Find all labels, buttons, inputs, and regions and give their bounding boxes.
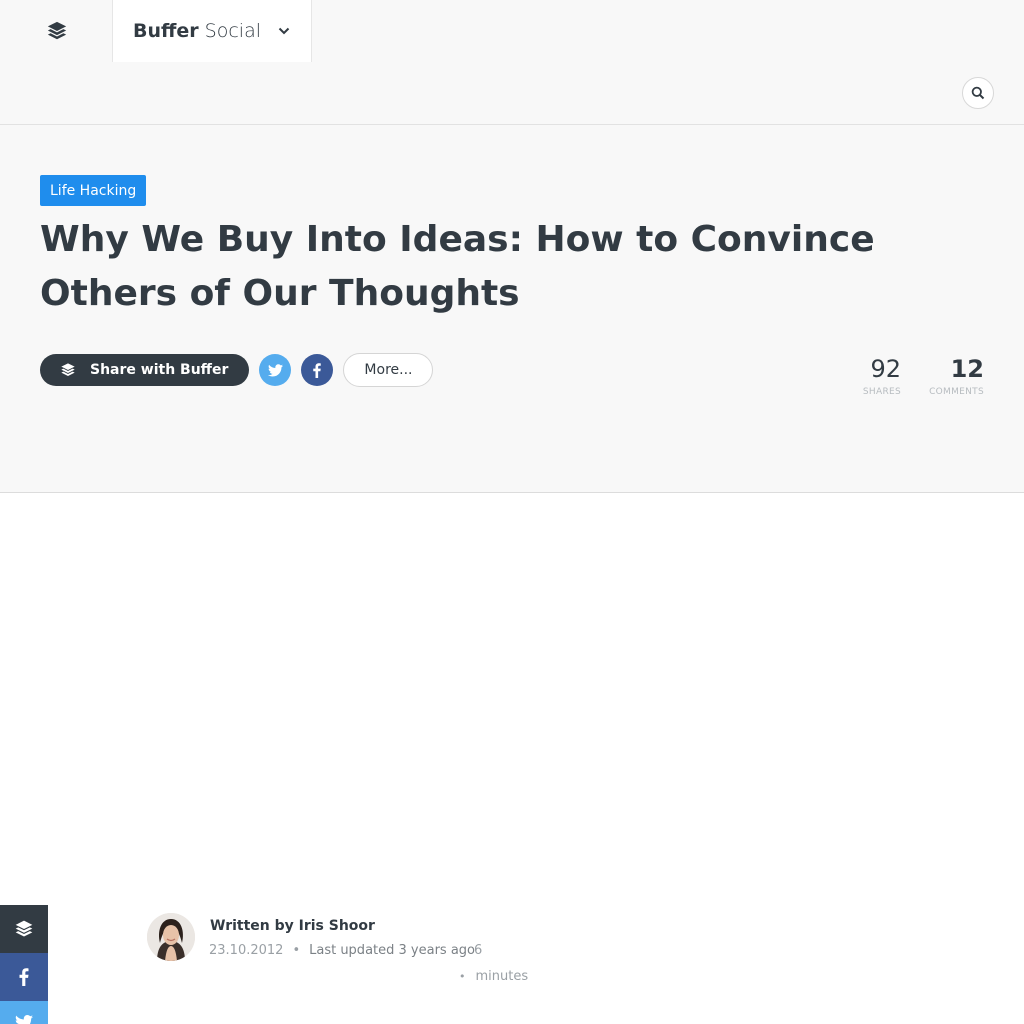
buffer-layers-icon bbox=[60, 362, 76, 378]
search-icon bbox=[971, 86, 985, 100]
chevron-down-icon bbox=[278, 27, 290, 35]
shares-count: 92 bbox=[870, 355, 901, 383]
floating-share-sidebar bbox=[0, 905, 48, 1024]
shares-stat: 92 SHARES bbox=[863, 355, 901, 397]
buffer-logo[interactable] bbox=[0, 0, 113, 62]
comments-label: COMMENTS bbox=[929, 387, 984, 397]
share-with-buffer-label: Share with Buffer bbox=[90, 362, 229, 378]
read-time-unit: minutes bbox=[475, 969, 529, 984]
floating-twitter-button[interactable] bbox=[0, 1001, 48, 1024]
buffer-layers-icon bbox=[15, 920, 33, 937]
publish-date: 23.10.2012 bbox=[209, 943, 284, 958]
meta-separator: • bbox=[292, 943, 301, 958]
more-share-options-button[interactable]: More... bbox=[343, 353, 434, 387]
meta-separator: • bbox=[459, 970, 466, 983]
buffer-layers-icon bbox=[47, 21, 66, 40]
floating-facebook-button[interactable] bbox=[0, 953, 48, 1001]
brand-switcher-dropdown[interactable]: Buffer Social bbox=[112, 0, 312, 62]
category-tag[interactable]: Life Hacking bbox=[40, 175, 147, 206]
twitter-icon bbox=[267, 363, 283, 376]
search-button[interactable] bbox=[962, 77, 994, 109]
read-time-number: 6 bbox=[474, 943, 483, 958]
facebook-icon bbox=[19, 968, 29, 986]
floating-buffer-button[interactable] bbox=[0, 905, 48, 953]
article-title: Why We Buy Into Ideas: How to Convince O… bbox=[40, 219, 875, 314]
brand-name: Buffer bbox=[133, 20, 199, 42]
twitter-share-button[interactable] bbox=[259, 354, 292, 386]
brand-section: Social bbox=[204, 20, 261, 42]
read-time: • minutes bbox=[459, 969, 528, 984]
article-meta: 23.10.2012 • Last updated 3 years ago bbox=[209, 943, 475, 958]
share-with-buffer-button[interactable]: Share with Buffer bbox=[40, 354, 250, 386]
last-updated: Last updated 3 years ago bbox=[309, 943, 475, 958]
comments-count: 12 bbox=[950, 355, 984, 383]
author-avatar[interactable] bbox=[147, 913, 195, 961]
shares-label: SHARES bbox=[862, 387, 901, 397]
comments-stat[interactable]: 12 COMMENTS bbox=[929, 355, 984, 397]
facebook-icon bbox=[313, 362, 322, 378]
facebook-share-button[interactable] bbox=[301, 354, 334, 386]
author-byline[interactable]: Written by Iris Shoor bbox=[210, 918, 375, 934]
twitter-icon bbox=[15, 1015, 33, 1024]
site-header: Buffer Social bbox=[0, 0, 1024, 125]
share-bar: Share with Buffer More... bbox=[40, 353, 434, 387]
article-hero: Life Hacking Why We Buy Into Ideas: How … bbox=[0, 125, 1024, 493]
